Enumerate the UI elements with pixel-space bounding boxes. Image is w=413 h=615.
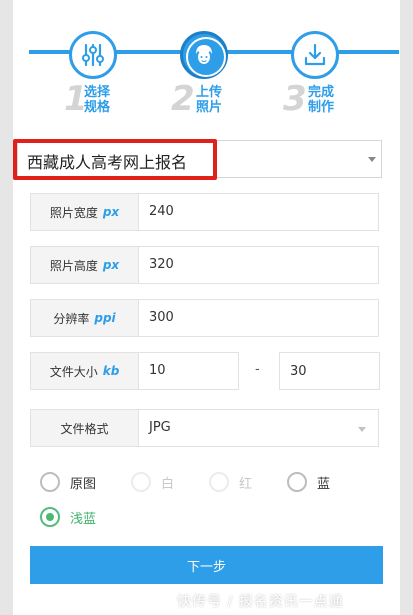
width-row: 照片宽度 px 240 [30, 193, 379, 231]
step-3-label: 完成 制作 [308, 85, 342, 115]
step-1-circle [69, 31, 117, 79]
step-2-label-line1: 上传 [196, 85, 223, 100]
height-unit: px [102, 258, 120, 272]
radio-blue[interactable]: 蓝 [287, 472, 330, 492]
step-3-label-line1: 完成 [308, 85, 335, 100]
step-2-circle [180, 31, 228, 79]
step-2-number: 2 [171, 79, 195, 119]
radio-red-circle [209, 472, 229, 492]
resolution-input[interactable]: 300 [149, 310, 174, 325]
width-label-text: 照片宽度 [49, 205, 98, 220]
resolution-label-text: 分辨率 [53, 311, 90, 326]
radio-red-label: 红 [239, 476, 253, 492]
step-1-label: 选择 规格 [84, 85, 118, 115]
download-icon [304, 43, 326, 66]
radio-light-blue-circle[interactable] [40, 507, 60, 527]
radio-white-circle [131, 472, 151, 492]
resolution-unit: ppi [94, 311, 116, 325]
format-label: 文件格式 [31, 410, 139, 446]
radio-original-label: 原图 [70, 476, 97, 492]
width-unit: px [102, 205, 120, 219]
watermark-text: 快传号 / 报名资讯一点通 [177, 594, 344, 610]
step-1-label-line1: 选择 [84, 85, 111, 100]
height-label: 照片高度 px [31, 247, 139, 283]
radio-light-blue-label: 浅蓝 [70, 511, 97, 527]
radio-original[interactable]: 原图 [40, 472, 96, 492]
step-3-number: 3 [283, 79, 307, 119]
next-step-button[interactable]: 下一步 [30, 546, 383, 584]
step-3-circle [291, 31, 339, 79]
format-label-text: 文件格式 [60, 421, 109, 436]
filesize-min-input[interactable]: 10 [149, 363, 166, 378]
height-input[interactable]: 320 [149, 257, 174, 272]
sliders-icon [82, 43, 104, 67]
radio-red: 红 [209, 472, 252, 492]
filesize-label: 文件大小 kb [31, 353, 139, 389]
step-2-label-line2: 照片 [196, 100, 223, 115]
step-3-label-line2: 制作 [308, 100, 335, 115]
person-icon [196, 45, 212, 64]
width-label: 照片宽度 px [31, 194, 139, 230]
filesize-label-text: 文件大小 [49, 364, 98, 379]
radio-blue-label: 蓝 [317, 476, 331, 492]
filesize-separator: - [255, 362, 260, 377]
filesize-max-input[interactable]: 30 [279, 352, 380, 390]
step-2-label: 上传 照片 [196, 85, 230, 115]
spec-select-value: 西藏成人高考网上报名 [27, 153, 188, 172]
radio-light-blue[interactable]: 浅蓝 [40, 507, 96, 527]
filesize-row: 文件大小 kb 10 [30, 352, 239, 390]
resolution-label: 分辨率 ppi [31, 300, 139, 336]
format-select-value: JPG [149, 420, 171, 435]
radio-original-circle[interactable] [40, 472, 60, 492]
width-input[interactable]: 240 [149, 204, 174, 219]
radio-white-label: 白 [161, 476, 175, 492]
format-row[interactable]: 文件格式 JPG [30, 409, 379, 447]
height-label-text: 照片高度 [49, 258, 98, 273]
spec-select-caret-icon[interactable] [368, 157, 376, 162]
step-1-label-line2: 规格 [84, 100, 111, 115]
filesize-unit: kb [102, 364, 120, 378]
height-row: 照片高度 px 320 [30, 246, 379, 284]
resolution-row: 分辨率 ppi 300 [30, 299, 379, 337]
radio-blue-circle[interactable] [287, 472, 307, 492]
format-caret-icon[interactable] [358, 427, 366, 432]
radio-white: 白 [131, 472, 174, 492]
